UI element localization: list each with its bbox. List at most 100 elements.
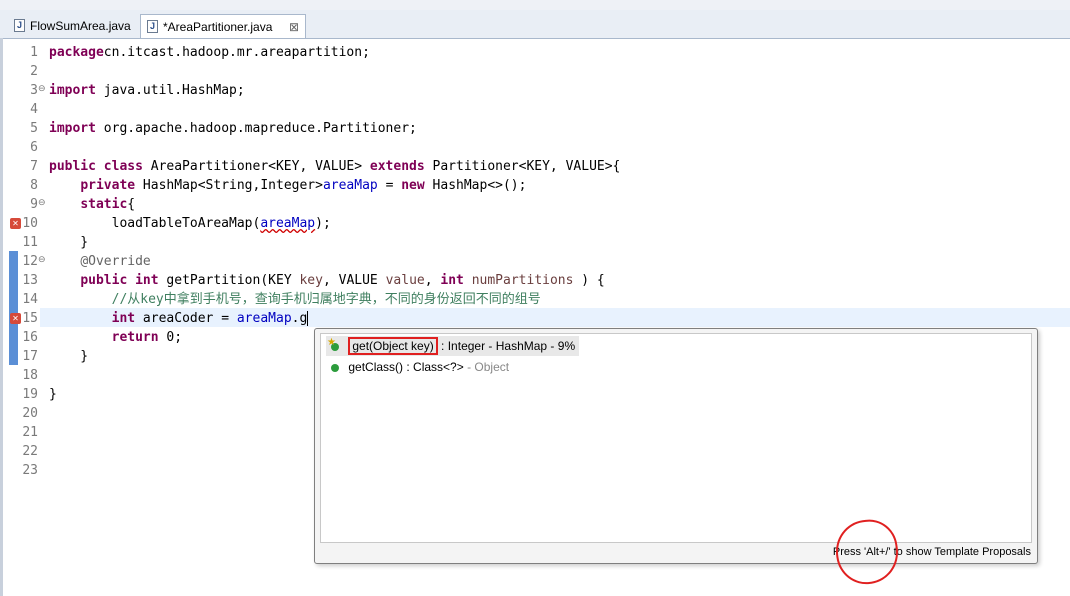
code-line[interactable]: public class AreaPartitioner<KEY, VALUE>… xyxy=(49,157,620,176)
code-token: package xyxy=(49,45,104,60)
line-number: 22 xyxy=(22,444,38,459)
line-number: 16 xyxy=(22,330,38,345)
proposal-getclass[interactable]: getClass() : Class<?> - Object xyxy=(326,357,509,377)
public-method-icon xyxy=(331,363,339,372)
code-token: areaMap xyxy=(260,216,316,231)
line-number: 21 xyxy=(22,425,38,440)
code-line[interactable]: @Override xyxy=(49,252,620,271)
left-panel-edge xyxy=(0,38,3,596)
code-token: AreaPartitioner<KEY, VALUE> xyxy=(142,159,370,174)
code-token: value xyxy=(385,273,425,288)
code-line[interactable] xyxy=(49,100,620,119)
proposal-signature: get(Object key) xyxy=(348,337,438,355)
code-token: areaMap xyxy=(236,311,292,326)
code-token: key xyxy=(299,273,323,288)
proposal-detail: : Integer - HashMap - 9% xyxy=(437,339,576,353)
code-line[interactable] xyxy=(49,62,620,81)
code-token: cn.itcast.hadoop.mr.areapartition; xyxy=(103,45,370,60)
code-token: ) { xyxy=(573,273,605,288)
line-number: 14 xyxy=(22,292,38,307)
recommended-star-icon: ★ xyxy=(327,337,336,348)
line-number: 19 xyxy=(22,387,38,402)
code-token: HashMap<>(); xyxy=(424,178,527,193)
fold-toggle-icon[interactable]: ⊖ xyxy=(38,198,46,208)
code-token: new xyxy=(401,178,425,193)
error-marker-icon[interactable]: ✕ xyxy=(10,218,21,229)
code-token: return xyxy=(111,330,159,345)
line-number: 17 xyxy=(22,349,38,364)
code-line[interactable]: private HashMap<String,Integer>areaMap =… xyxy=(49,176,620,195)
fold-toggle-icon[interactable]: ⊖ xyxy=(38,255,46,265)
java-file-icon: J xyxy=(147,20,158,33)
code-token: import xyxy=(49,83,96,98)
line-number: 8 xyxy=(30,178,38,193)
code-token: numPartitions xyxy=(471,273,574,288)
tab-label: *AreaPartitioner.java xyxy=(163,20,273,34)
code-line[interactable]: loadTableToAreaMap(areaMap); xyxy=(49,214,620,233)
code-token: public class xyxy=(49,159,143,174)
code-token: } xyxy=(49,235,89,250)
line-number: 7 xyxy=(30,159,38,174)
line-number: 11 xyxy=(22,235,38,250)
tab-label: FlowSumArea.java xyxy=(30,19,131,33)
code-token: loadTableToAreaMap( xyxy=(49,216,261,231)
line-number: 13 xyxy=(22,273,38,288)
code-line[interactable]: static{ xyxy=(49,195,620,214)
line-number: 5 xyxy=(30,121,38,136)
line-number: 20 xyxy=(22,406,38,421)
code-line[interactable]: int areaCoder = areaMap.g xyxy=(49,309,620,328)
proposal-signature: getClass() : Class<?> xyxy=(348,360,464,374)
code-token: .g xyxy=(291,311,308,326)
close-tab-icon[interactable]: ⊠ xyxy=(289,15,299,39)
code-token: int xyxy=(111,311,136,326)
code-token: public int xyxy=(80,273,159,288)
code-token: static xyxy=(80,197,128,212)
line-number: 4 xyxy=(30,102,38,117)
proposal-get[interactable]: ★ get(Object key) : Integer - HashMap - … xyxy=(326,336,580,356)
code-token: HashMap<String,Integer> xyxy=(135,178,323,193)
code-token: , xyxy=(424,273,441,288)
code-line[interactable]: import org.apache.hadoop.mapreduce.Parti… xyxy=(49,119,620,138)
code-token: extends xyxy=(369,159,425,174)
tab-flowsumarea[interactable]: J FlowSumArea.java xyxy=(8,14,140,38)
error-marker-icon[interactable]: ✕ xyxy=(10,313,21,324)
code-line[interactable]: } xyxy=(49,233,620,252)
code-token: { xyxy=(127,197,136,212)
line-number: 1 xyxy=(30,45,38,60)
code-token: areaMap xyxy=(322,178,378,193)
line-number: 2 xyxy=(30,64,38,79)
proposal-list[interactable]: ★ get(Object key) : Integer - HashMap - … xyxy=(320,333,1032,543)
line-number: 6 xyxy=(30,140,38,155)
code-line[interactable] xyxy=(49,138,620,157)
proposal-detail: - Object xyxy=(463,360,510,374)
text-caret xyxy=(307,311,309,326)
code-line[interactable]: packagecn.itcast.hadoop.mr.areapartition… xyxy=(49,43,620,62)
code-token: import xyxy=(49,121,96,136)
java-file-icon: J xyxy=(14,19,25,32)
code-token: private xyxy=(80,178,136,193)
code-token: } xyxy=(49,349,89,364)
tab-areapartitioner[interactable]: J *AreaPartitioner.java ⊠ xyxy=(140,14,306,38)
code-token: getPartition(KEY xyxy=(158,273,300,288)
code-line[interactable]: //从key中拿到手机号，查询手机归属地字典，不同的身份返回不同的组号 xyxy=(49,290,620,309)
line-number: 9 xyxy=(30,197,38,212)
code-token: 0; xyxy=(158,330,183,345)
code-token: org.apache.hadoop.mapreduce.Partitioner; xyxy=(95,121,417,136)
code-token: Partitioner<KEY, VALUE>{ xyxy=(424,159,621,174)
code-line[interactable]: import java.util.HashMap; xyxy=(49,81,620,100)
code-token: java.util.HashMap; xyxy=(95,83,245,98)
code-line[interactable]: public int getPartition(KEY key, VALUE v… xyxy=(49,271,620,290)
code-token: , VALUE xyxy=(322,273,386,288)
fold-toggle-icon[interactable]: ⊖ xyxy=(38,84,46,94)
line-number: 12 xyxy=(22,254,38,269)
line-number: 3 xyxy=(30,83,38,98)
code-token: int xyxy=(440,273,464,288)
